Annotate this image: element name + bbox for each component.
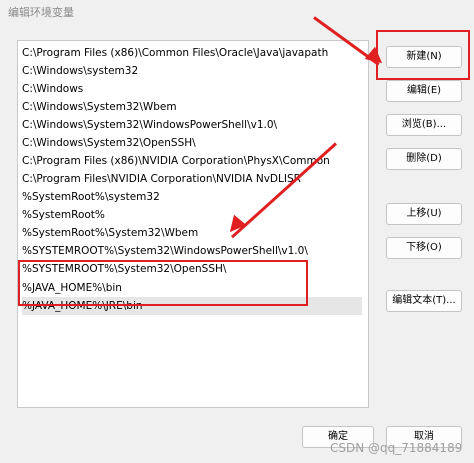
list-item[interactable]: %SystemRoot% <box>22 206 362 224</box>
list-item[interactable]: C:\Program Files (x86)\Common Files\Orac… <box>22 44 362 62</box>
edit-button[interactable]: 编辑(E) <box>386 80 462 102</box>
path-list[interactable]: C:\Program Files (x86)\Common Files\Orac… <box>17 40 369 408</box>
list-item[interactable]: %SystemRoot%\system32 <box>22 188 362 206</box>
list-item[interactable]: C:\Windows\System32\OpenSSH\ <box>22 134 362 152</box>
delete-button[interactable]: 删除(D) <box>386 148 462 170</box>
list-item[interactable]: C:\Windows\System32\WindowsPowerShell\v1… <box>22 116 362 134</box>
list-item[interactable]: C:\Windows <box>22 80 362 98</box>
list-item[interactable]: C:\Windows\System32\Wbem <box>22 98 362 116</box>
browse-button[interactable]: 浏览(B)... <box>386 114 462 136</box>
list-item[interactable]: %SYSTEMROOT%\System32\WindowsPowerShell\… <box>22 242 362 260</box>
move-up-button[interactable]: 上移(U) <box>386 203 462 225</box>
move-down-button[interactable]: 下移(O) <box>386 237 462 259</box>
list-item[interactable]: %SystemRoot%\System32\Wbem <box>22 224 362 242</box>
list-item[interactable]: C:\Program Files\NVIDIA Corporation\NVID… <box>22 170 362 188</box>
window-title: 编辑环境变量 <box>8 6 74 19</box>
edit-text-button[interactable]: 编辑文本(T)... <box>386 290 462 312</box>
list-item[interactable]: C:\Windows\system32 <box>22 62 362 80</box>
watermark: CSDN @qq_71884189 <box>330 441 463 455</box>
new-button-highlight-box <box>376 30 470 80</box>
java-paths-highlight-box <box>18 260 308 306</box>
